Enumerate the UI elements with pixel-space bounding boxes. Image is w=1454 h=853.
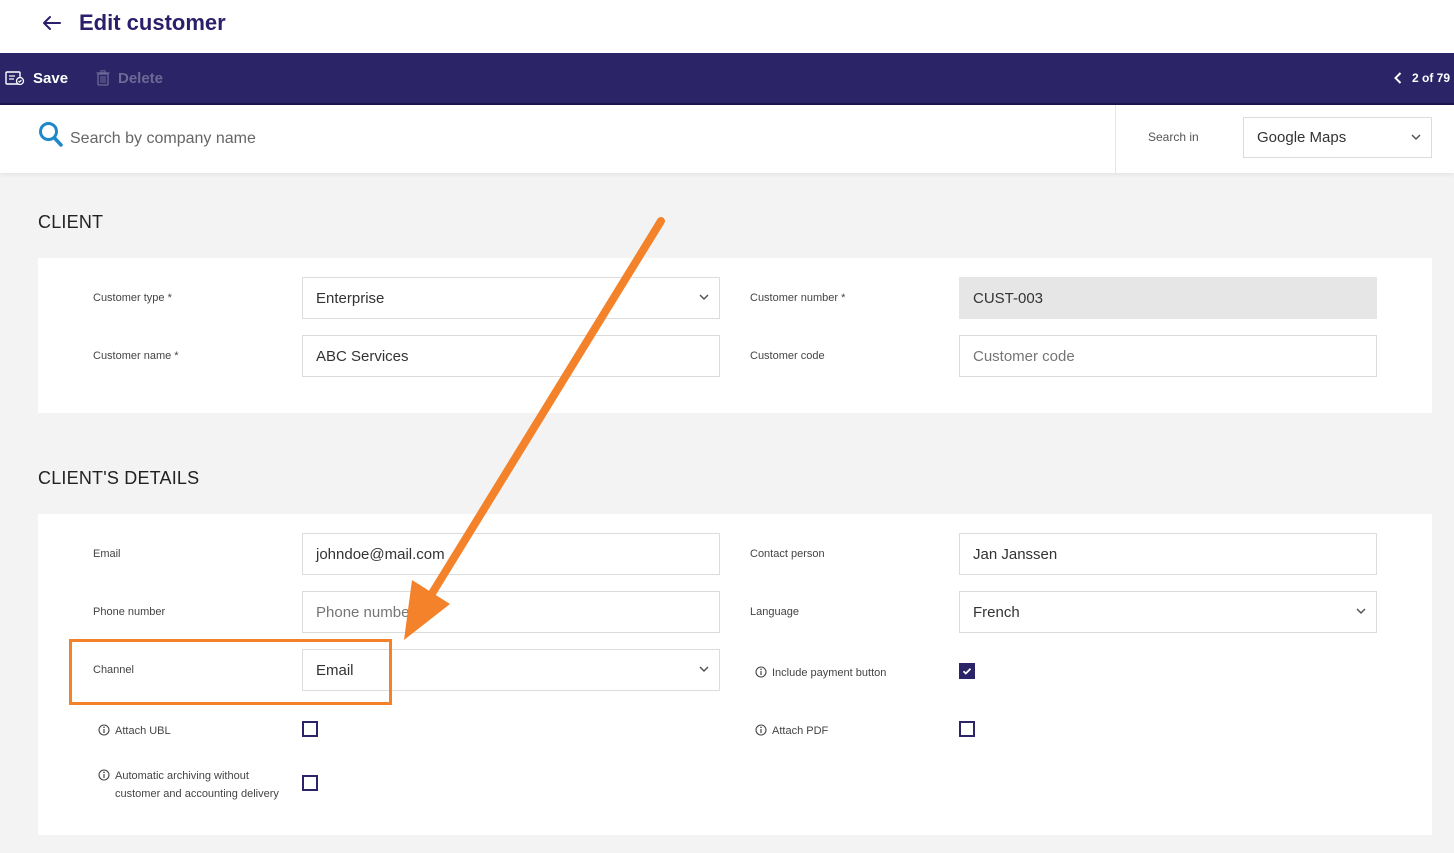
language-value: French (973, 603, 1020, 621)
search-icon (39, 122, 63, 147)
customer-code-field[interactable]: Customer code (959, 335, 1377, 377)
email-label: Email (93, 548, 121, 560)
customer-number-value: CUST-003 (973, 289, 1044, 307)
customer-name-value: ABC Services (316, 347, 409, 365)
info-icon (98, 724, 110, 736)
delete-label: Delete (118, 69, 164, 87)
channel-label: Channel (93, 664, 134, 676)
chevron-down-icon (699, 666, 709, 673)
action-toolbar: Save Delete 2 of 79 (0, 53, 1454, 105)
customer-type-label: Customer type * (93, 292, 172, 304)
divider (1115, 105, 1116, 173)
chevron-down-icon (699, 294, 709, 301)
contact-person-value: Jan Janssen (973, 545, 1058, 563)
search-in-value: Google Maps (1257, 129, 1347, 146)
back-button[interactable] (36, 8, 66, 38)
customer-number-label: Customer number * (750, 292, 846, 304)
channel-value: Email (316, 661, 354, 679)
channel-select[interactable]: Email (302, 649, 720, 691)
details-section-title: CLIENT'S DETAILS (38, 468, 200, 488)
pager-text: 2 of 79 (1411, 71, 1450, 85)
chevron-down-icon (1356, 608, 1366, 615)
save-label: Save (33, 69, 69, 87)
search-in-select[interactable]: Google Maps (1243, 117, 1432, 158)
check-icon (962, 668, 972, 675)
previous-record-button[interactable] (1394, 72, 1402, 84)
page-title: Edit customer (79, 10, 226, 35)
save-icon (5, 71, 25, 86)
info-icon (755, 724, 767, 736)
company-search-bar: Search in Google Maps (0, 105, 1454, 173)
attach-ubl-checkbox[interactable] (302, 721, 318, 737)
client-section-title: CLIENT (38, 212, 104, 232)
chevron-left-icon (1394, 72, 1402, 84)
info-icon (755, 666, 767, 678)
customer-code-label: Customer code (750, 350, 825, 362)
customer-name-label: Customer name * (93, 350, 179, 362)
customer-number-field: CUST-003 (959, 277, 1377, 319)
save-button[interactable]: Save (5, 53, 68, 103)
attach-pdf-label: Attach PDF (755, 722, 828, 740)
phone-number-label: Phone number (93, 606, 166, 618)
archiving-label-line1: Automatic archiving without (115, 770, 249, 782)
archiving-label-line2: customer and accounting delivery (115, 788, 279, 800)
delete-button[interactable]: Delete (96, 53, 163, 103)
language-select[interactable]: French (959, 591, 1377, 633)
trash-icon (96, 70, 110, 86)
arrow-left-icon (43, 16, 61, 30)
contact-person-label: Contact person (750, 548, 825, 560)
include-payment-button-checkbox[interactable] (959, 663, 975, 679)
customer-name-field[interactable]: ABC Services (302, 335, 720, 377)
phone-number-placeholder: Phone number (316, 603, 415, 621)
attach-pdf-checkbox[interactable] (959, 721, 975, 737)
email-value: johndoe@mail.com (316, 545, 445, 563)
automatic-archiving-checkbox[interactable] (302, 775, 318, 791)
top-bar: Edit customer (0, 0, 1454, 53)
customer-code-placeholder: Customer code (973, 347, 1075, 365)
company-search-input[interactable] (66, 123, 666, 155)
search-in-label: Search in (1148, 130, 1199, 144)
attach-ubl-label: Attach UBL (98, 722, 171, 740)
contact-person-field[interactable]: Jan Janssen (959, 533, 1377, 575)
include-payment-button-label: Include payment button (755, 664, 886, 682)
automatic-archiving-label: Automatic archiving without customer and … (98, 767, 279, 803)
phone-number-field[interactable]: Phone number (302, 591, 720, 633)
info-icon (98, 769, 110, 781)
email-field[interactable]: johndoe@mail.com (302, 533, 720, 575)
customer-type-value: Enterprise (316, 289, 385, 307)
language-label: Language (750, 606, 799, 618)
chevron-down-icon (1411, 133, 1421, 140)
record-pager: 2 of 79 (1394, 53, 1450, 103)
customer-type-select[interactable]: Enterprise (302, 277, 720, 319)
